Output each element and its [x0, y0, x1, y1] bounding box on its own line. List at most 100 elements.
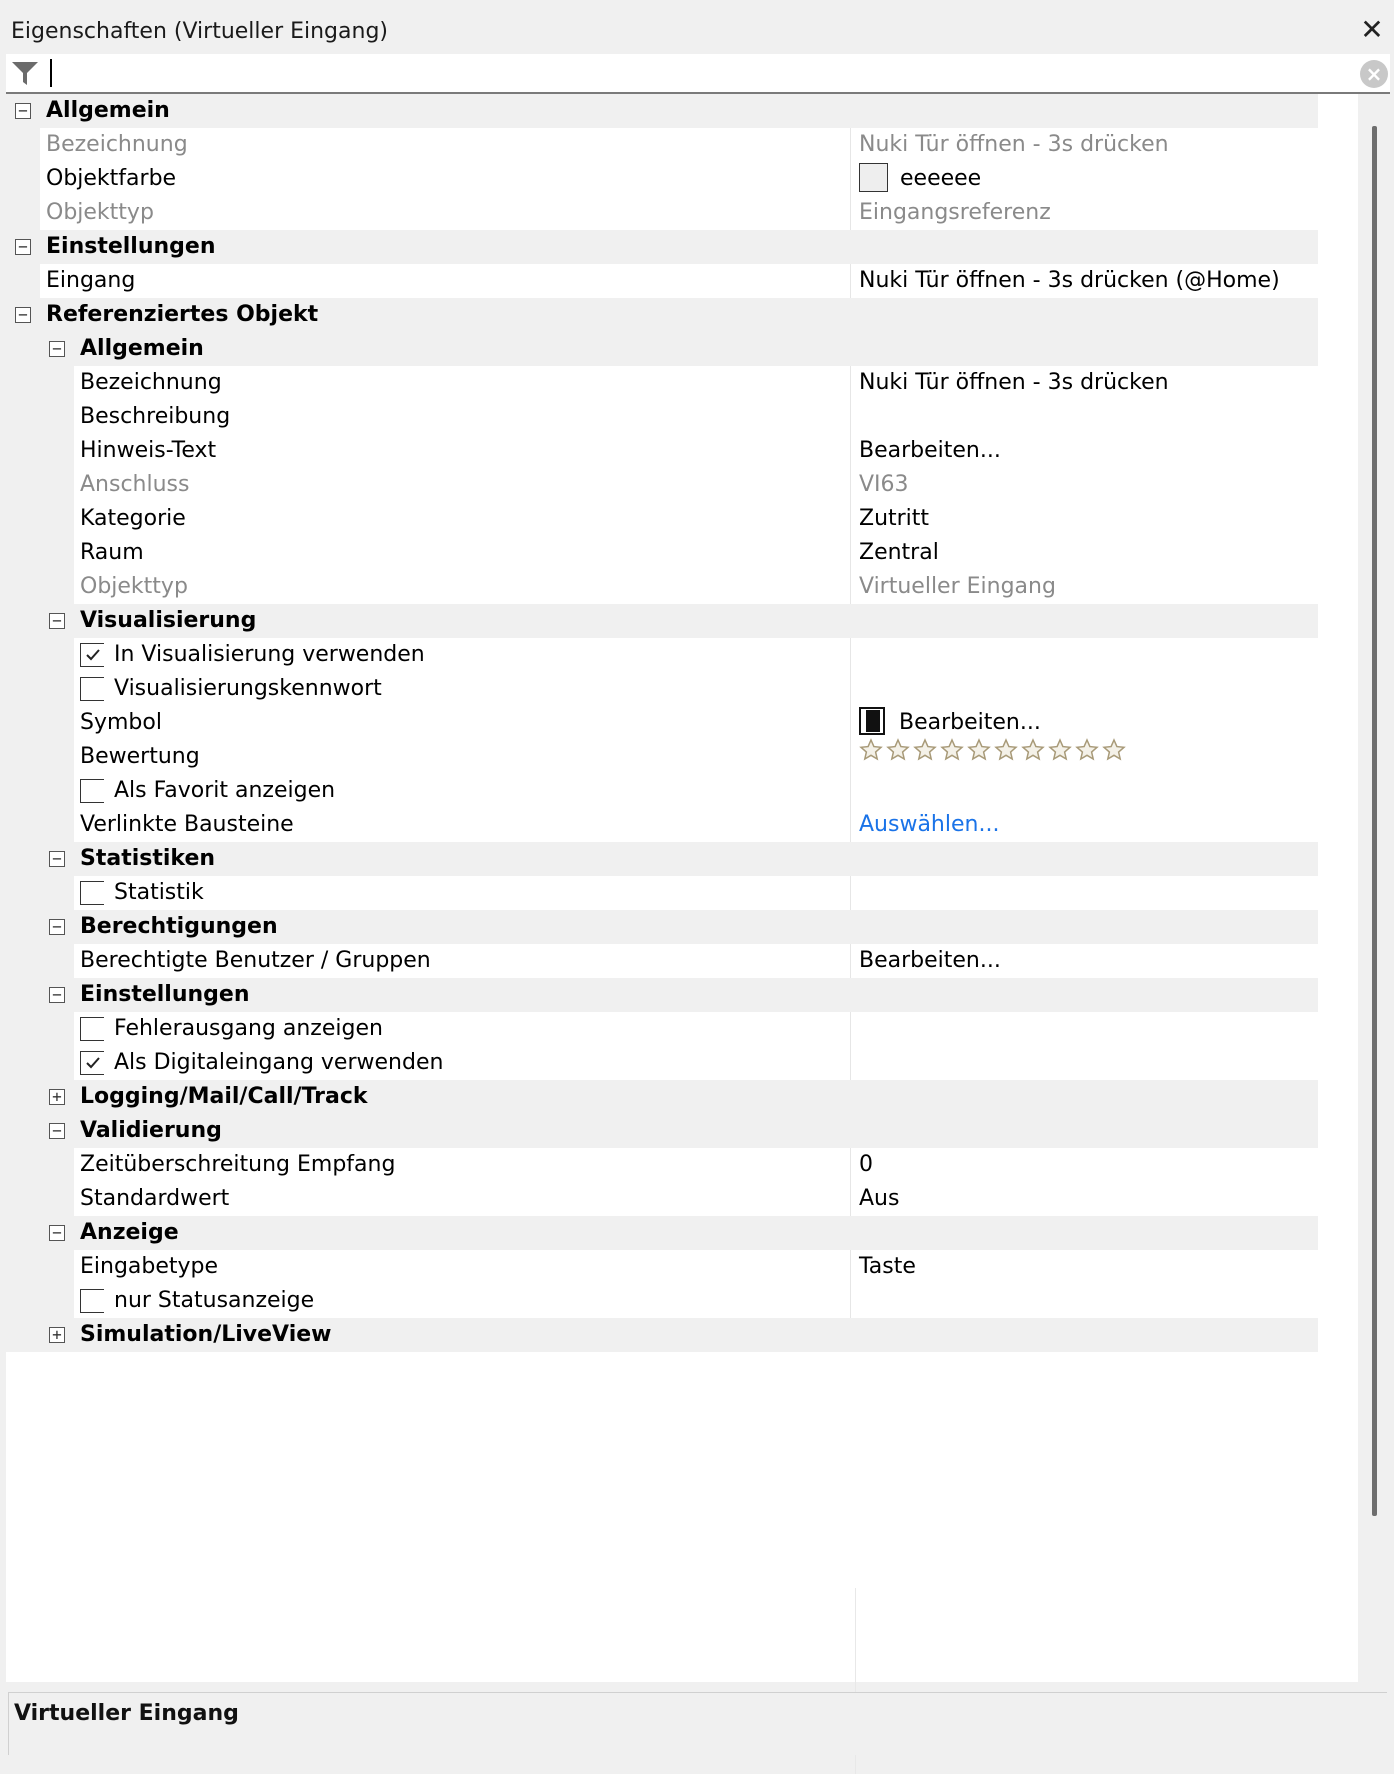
property-value: Eingangsreferenz	[850, 196, 1318, 230]
property-row[interactable]: Eingang Nuki Tür öffnen - 3s drücken (@Ho…	[6, 264, 1318, 298]
category-row[interactable]: + Simulation/LiveView	[6, 1318, 1318, 1352]
star-icon[interactable]	[967, 737, 991, 762]
property-row[interactable]: Zeitüberschreitung Empfang 0	[6, 1148, 1318, 1182]
filter-icon[interactable]	[10, 58, 40, 88]
scrollbar-thumb[interactable]	[1372, 126, 1377, 1516]
property-row[interactable]: Objektfarbe eeeeee	[6, 162, 1318, 196]
checkbox[interactable]	[80, 677, 104, 701]
property-value[interactable]: eeeeee	[850, 162, 1318, 196]
property-value[interactable]: Zutritt	[850, 502, 1318, 536]
property-row[interactable]: Fehlerausgang anzeigen	[6, 1012, 1318, 1046]
star-icon[interactable]	[886, 737, 910, 762]
category-row[interactable]: − Allgemein	[6, 94, 1318, 128]
property-row[interactable]: Raum Zentral	[6, 536, 1318, 570]
property-value[interactable]: Bearbeiten...	[850, 434, 1318, 468]
collapse-icon[interactable]: −	[49, 341, 65, 357]
property-value[interactable]	[850, 1284, 1318, 1318]
star-rating[interactable]	[859, 737, 1129, 773]
star-icon[interactable]	[940, 737, 964, 762]
property-value[interactable]	[850, 1012, 1318, 1046]
star-icon[interactable]	[913, 737, 937, 762]
property-row[interactable]: Eingabetype Taste	[6, 1250, 1318, 1284]
property-value[interactable]: Auswählen...	[850, 808, 1318, 842]
collapse-icon[interactable]: −	[15, 103, 31, 119]
category-row[interactable]: − Statistiken	[6, 842, 1318, 876]
property-value[interactable]: Bearbeiten...	[850, 944, 1318, 978]
collapse-icon[interactable]: −	[15, 307, 31, 323]
property-value[interactable]	[850, 1046, 1318, 1080]
close-icon[interactable]: ✕	[1356, 14, 1388, 46]
clear-filter-icon[interactable]: ×	[1360, 60, 1388, 88]
property-value[interactable]: Aus	[850, 1182, 1318, 1216]
expand-icon[interactable]: +	[49, 1327, 65, 1343]
collapse-icon[interactable]: −	[15, 239, 31, 255]
filter-input[interactable]	[44, 57, 1352, 87]
star-icon[interactable]	[1102, 737, 1126, 762]
star-icon[interactable]	[859, 737, 883, 762]
property-row[interactable]: Hinweis-Text Bearbeiten...	[6, 434, 1318, 468]
property-row[interactable]: Objekttyp Eingangsreferenz	[6, 196, 1318, 230]
category-row[interactable]: − Berechtigungen	[6, 910, 1318, 944]
checkbox[interactable]	[80, 881, 104, 905]
value-text: Nuki Tür öffnen - 3s drücken	[859, 370, 1169, 395]
property-value[interactable]: Zentral	[850, 536, 1318, 570]
collapse-icon[interactable]: −	[49, 919, 65, 935]
category-row[interactable]: − Allgemein	[6, 332, 1318, 366]
property-row[interactable]: Standardwert Aus	[6, 1182, 1318, 1216]
category-row[interactable]: − Referenziertes Objekt	[6, 298, 1318, 332]
property-value[interactable]: Nuki Tür öffnen - 3s drücken	[850, 366, 1318, 400]
property-row[interactable]: Anschluss VI63	[6, 468, 1318, 502]
property-row[interactable]: nur Statusanzeige	[6, 1284, 1318, 1318]
property-value[interactable]	[850, 638, 1318, 672]
checkbox[interactable]	[80, 779, 104, 803]
property-value[interactable]	[850, 672, 1318, 706]
checkbox[interactable]	[80, 1017, 104, 1041]
checkbox[interactable]	[80, 1289, 104, 1313]
checkbox[interactable]	[80, 1051, 104, 1075]
property-row[interactable]: Beschreibung	[6, 400, 1318, 434]
value-link[interactable]: Auswählen...	[859, 812, 999, 837]
property-row[interactable]: Als Digitaleingang verwenden	[6, 1046, 1318, 1080]
door-symbol-icon[interactable]	[859, 707, 885, 735]
category-row[interactable]: − Anzeige	[6, 1216, 1318, 1250]
star-icon[interactable]	[994, 737, 1018, 762]
property-value[interactable]	[850, 774, 1318, 808]
collapse-icon[interactable]: −	[49, 613, 65, 629]
property-value[interactable]	[850, 400, 1318, 434]
property-row[interactable]: Symbol Bearbeiten...	[6, 706, 1318, 740]
expand-icon[interactable]: +	[49, 1089, 65, 1105]
checkmark-icon	[86, 649, 100, 661]
property-row[interactable]: Bewertung	[6, 737, 1318, 774]
vertical-scrollbar[interactable]	[1366, 96, 1394, 1682]
property-value[interactable]: Taste	[850, 1250, 1318, 1284]
category-row[interactable]: − Validierung	[6, 1114, 1318, 1148]
property-value[interactable]	[850, 876, 1318, 910]
color-swatch[interactable]	[859, 163, 888, 192]
property-row[interactable]: Visualisierungskennwort	[6, 672, 1318, 706]
collapse-icon[interactable]: −	[49, 1123, 65, 1139]
property-row[interactable]: Bezeichnung Nuki Tür öffnen - 3s drücken	[6, 366, 1318, 400]
collapse-icon[interactable]: −	[49, 1225, 65, 1241]
property-row[interactable]: Als Favorit anzeigen	[6, 774, 1318, 808]
property-row[interactable]: Berechtigte Benutzer / Gruppen Bearbeiten…	[6, 944, 1318, 978]
category-row[interactable]: + Logging/Mail/Call/Track	[6, 1080, 1318, 1114]
property-row[interactable]: In Visualisierung verwenden	[6, 638, 1318, 672]
star-icon[interactable]	[1048, 737, 1072, 762]
property-row[interactable]: Kategorie Zutritt	[6, 502, 1318, 536]
collapse-icon[interactable]: −	[49, 987, 65, 1003]
property-row[interactable]: Objekttyp Virtueller Eingang	[6, 570, 1318, 604]
property-row[interactable]: Bezeichnung Nuki Tür öffnen - 3s drücken	[6, 128, 1318, 162]
property-value[interactable]	[850, 737, 1318, 774]
property-row[interactable]: Verlinkte Bausteine Auswählen...	[6, 808, 1318, 842]
category-row[interactable]: − Einstellungen	[6, 230, 1318, 264]
property-row[interactable]: Statistik	[6, 876, 1318, 910]
category-row[interactable]: − Einstellungen	[6, 978, 1318, 1012]
checkbox[interactable]	[80, 643, 104, 667]
property-value[interactable]: 0	[850, 1148, 1318, 1182]
property-value[interactable]: Nuki Tür öffnen - 3s drücken (@Home)	[850, 264, 1318, 298]
collapse-icon[interactable]: −	[49, 851, 65, 867]
star-icon[interactable]	[1021, 737, 1045, 762]
star-icon[interactable]	[1075, 737, 1099, 762]
property-value[interactable]: Bearbeiten...	[850, 706, 1318, 740]
category-row[interactable]: − Visualisierung	[6, 604, 1318, 638]
